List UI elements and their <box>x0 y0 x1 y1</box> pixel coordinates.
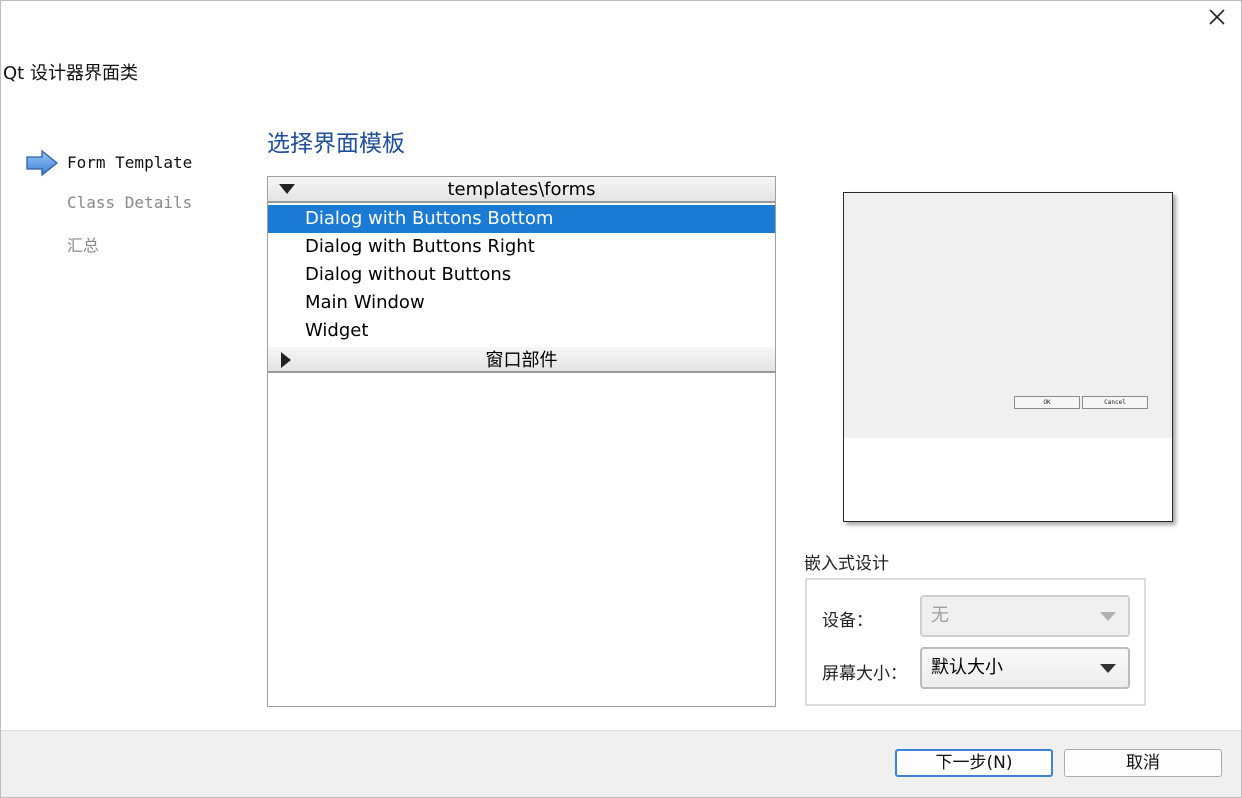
preview-form: OK Cancel <box>844 193 1172 438</box>
screen-size-label: 屏幕大小： <box>822 664 907 684</box>
close-icon <box>1209 9 1225 25</box>
screen-size-combo[interactable]: 默认大小 <box>920 647 1130 689</box>
template-item[interactable]: Dialog with Buttons Bottom <box>268 205 775 233</box>
template-item[interactable]: Dialog without Buttons <box>268 261 775 289</box>
template-item[interactable]: Widget <box>268 317 775 345</box>
device-combo[interactable]: 无 <box>920 595 1130 637</box>
wizard-dialog: Qt 设计器界面类 Form Template Class Details 汇总… <box>0 0 1242 798</box>
button-bar: 下一步(N) 取消 <box>1 730 1241 797</box>
preview-ok-button: OK <box>1014 396 1080 409</box>
step-summary: 汇总 <box>67 236 100 255</box>
group-label: templates\forms <box>447 178 596 200</box>
collapsed-triangle-icon <box>281 352 291 368</box>
chevron-down-icon <box>1100 612 1116 621</box>
group-templates-forms[interactable]: templates\forms <box>268 177 775 203</box>
close-button[interactable] <box>1199 1 1235 33</box>
template-preview: OK Cancel <box>843 192 1173 522</box>
device-combo-value: 无 <box>931 605 949 626</box>
page-heading: 选择界面模板 <box>267 131 405 157</box>
embedded-design-title: 嵌入式设计 <box>804 554 889 574</box>
step-form-template: Form Template <box>67 153 193 172</box>
chevron-down-icon <box>1100 664 1116 673</box>
group-widgets[interactable]: 窗口部件 <box>268 347 775 373</box>
cancel-button[interactable]: 取消 <box>1064 749 1222 777</box>
device-label: 设备： <box>822 611 873 631</box>
embedded-design-group: 设备： 无 屏幕大小： 默认大小 <box>805 578 1146 706</box>
dialog-title: Qt 设计器界面类 <box>3 63 138 84</box>
template-item[interactable]: Main Window <box>268 289 775 317</box>
next-button[interactable]: 下一步(N) <box>895 749 1053 777</box>
template-tree[interactable]: templates\forms Dialog with Buttons Bott… <box>267 176 776 707</box>
preview-cancel-button: Cancel <box>1082 396 1148 409</box>
expanded-triangle-icon <box>279 184 295 194</box>
group-label: 窗口部件 <box>485 350 558 371</box>
template-item[interactable]: Dialog with Buttons Right <box>268 233 775 261</box>
screen-size-combo-value: 默认大小 <box>931 657 1003 678</box>
current-step-arrow-icon <box>26 149 59 177</box>
step-class-details: Class Details <box>67 193 193 212</box>
